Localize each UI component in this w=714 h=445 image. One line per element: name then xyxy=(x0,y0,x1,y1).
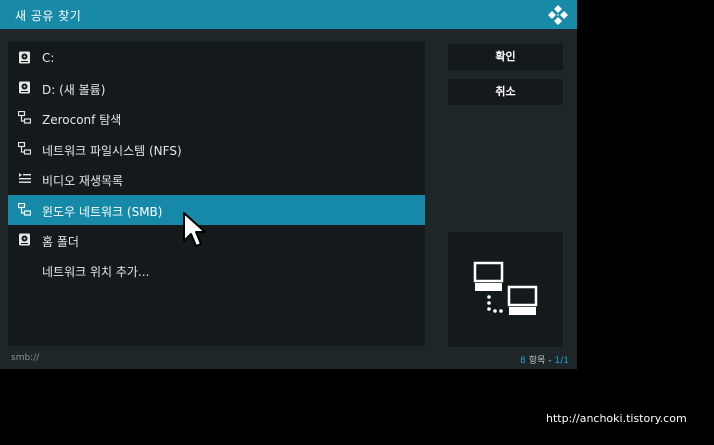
item-count: 8 항목 -1/1 xyxy=(0,353,569,366)
item-count-separator: - xyxy=(548,356,552,366)
mouse-cursor-icon xyxy=(183,212,206,247)
find-share-dialog: 새 공유 찾기 C: D: (새 볼륨) Zeroconf 탐색 네트워크 파일… xyxy=(0,0,577,369)
item-count-number: 8 xyxy=(519,356,526,366)
status-bar: 8 항목 -1/1 xyxy=(0,0,569,369)
item-count-word: 항목 xyxy=(528,356,546,366)
page-indicator: 1/1 xyxy=(554,356,569,366)
watermark-url: http://anchoki.tistory.com xyxy=(546,412,687,425)
